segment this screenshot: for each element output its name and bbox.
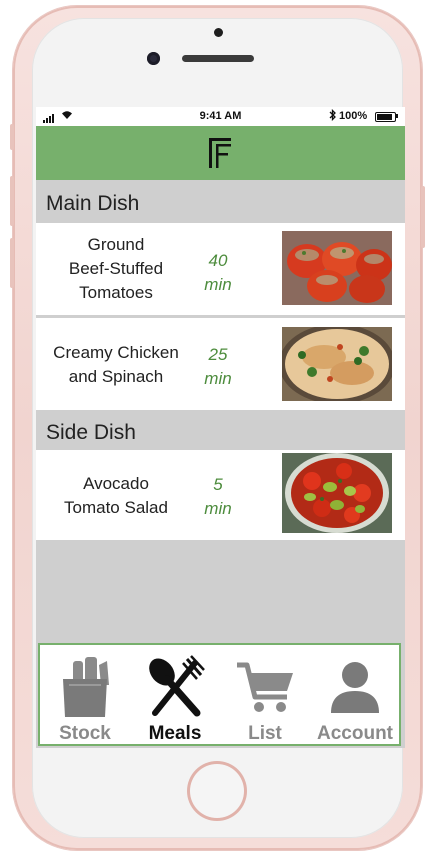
meal-name-line: Tomato Salad <box>64 498 168 517</box>
earpiece-speaker <box>182 55 254 62</box>
meal-name-line: Beef-Stuffed <box>68 259 164 278</box>
battery-percent: 100% <box>339 110 368 122</box>
meal-name: Avocado Tomato Salad <box>36 472 196 520</box>
tab-meals[interactable]: Meals <box>130 645 220 744</box>
f-logo-icon <box>209 138 231 168</box>
battery-tip <box>396 114 398 118</box>
app-screen: 9:41 AM 100% Main Dish Ground Beef-Stuff… <box>36 107 405 748</box>
avocado-salad-photo <box>282 453 392 533</box>
front-camera <box>147 52 160 65</box>
bluetooth-icon <box>329 108 337 124</box>
creamy-chicken-photo <box>282 327 392 401</box>
meal-row-stuffed-tomatoes[interactable]: Ground Beef-Stuffed Tomatoes 40 min <box>36 223 405 315</box>
battery-icon <box>375 112 396 122</box>
meal-name-line: Avocado <box>83 474 149 493</box>
volume-up-button <box>10 176 14 226</box>
tab-stock-label: Stock <box>59 723 111 744</box>
meal-time-value: 25 <box>208 345 228 364</box>
fork-spoon-icon <box>149 655 205 717</box>
meal-row-creamy-chicken[interactable]: Creamy Chicken and Spinach 25 min <box>36 318 405 410</box>
status-bar: 9:41 AM 100% <box>36 107 405 126</box>
tab-account-label: Account <box>317 723 393 744</box>
meal-name-line: Creamy Chicken <box>53 343 179 362</box>
tab-bar: Stock Meals List Account <box>38 643 401 746</box>
meal-name-line: and Spinach <box>68 367 164 386</box>
tab-account[interactable]: Account <box>310 645 400 744</box>
tab-list[interactable]: List <box>220 645 310 744</box>
meal-time: 40 min <box>196 249 240 297</box>
front-sensor <box>214 28 223 37</box>
tab-meals-label: Meals <box>148 723 202 744</box>
meal-name: Creamy Chicken and Spinach <box>36 341 196 389</box>
meal-time-unit: min <box>204 275 232 294</box>
mute-switch <box>10 124 14 150</box>
stuffed-tomatoes-photo <box>282 231 392 305</box>
meal-time: 25 min <box>196 343 240 391</box>
meal-name-line: Ground <box>87 235 145 254</box>
power-button <box>421 186 425 248</box>
volume-down-button <box>10 238 14 288</box>
tab-stock[interactable]: Stock <box>40 645 130 744</box>
cart-icon <box>237 662 293 712</box>
meal-time: 5 min <box>196 473 240 521</box>
meal-time-value: 5 <box>213 475 223 494</box>
grocery-bag-icon <box>63 657 109 717</box>
app-header <box>36 126 405 180</box>
meal-name-line: Tomatoes <box>79 283 153 302</box>
meal-time-unit: min <box>204 369 232 388</box>
section-header-main-dish: Main Dish <box>36 183 405 225</box>
home-button[interactable] <box>187 761 247 821</box>
meal-time-value: 40 <box>208 251 228 270</box>
tab-list-label: List <box>248 723 282 744</box>
section-header-side-dish: Side Dish <box>36 412 405 454</box>
meal-time-unit: min <box>204 499 232 518</box>
user-icon <box>331 662 379 713</box>
meal-row-avocado-salad[interactable]: Avocado Tomato Salad 5 min <box>36 450 405 540</box>
meal-name: Ground Beef-Stuffed Tomatoes <box>36 233 196 305</box>
